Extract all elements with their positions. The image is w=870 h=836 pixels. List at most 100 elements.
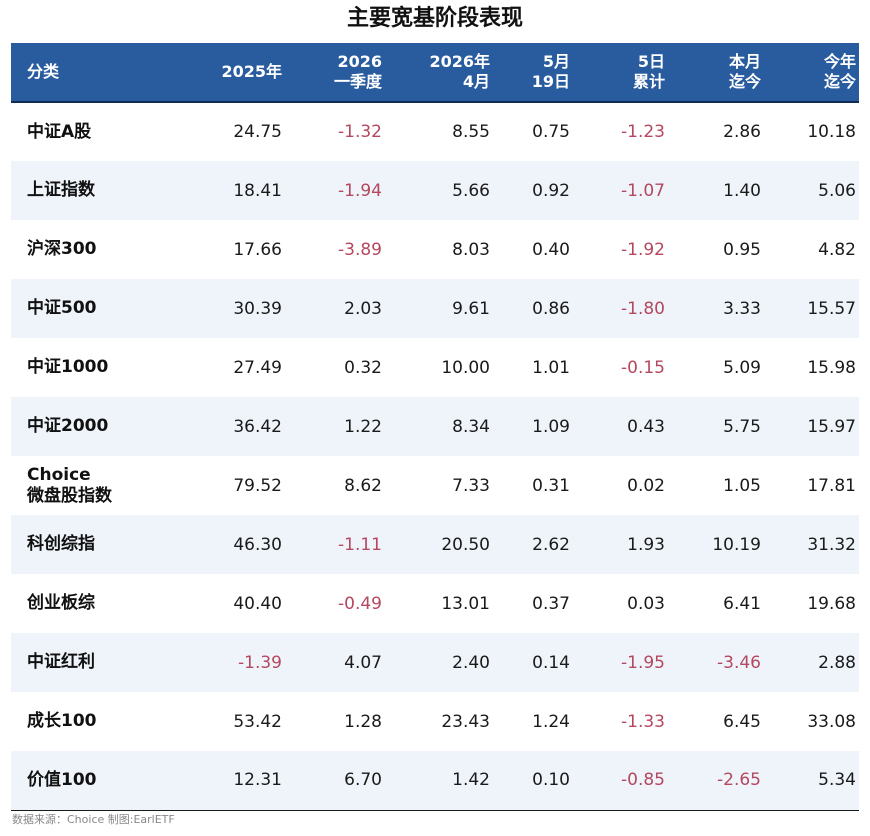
column-header-label: 累计 (632, 72, 665, 91)
value-cell: 12.31 (197, 751, 285, 811)
value-cell: 10.00 (441, 357, 490, 378)
index-name: 中证2000 (27, 416, 109, 436)
value-cell: 1.42 (385, 751, 493, 811)
column-header-category: 分类 (11, 43, 197, 103)
index-name: 价值100 (27, 769, 97, 790)
value-cell: 19.68 (807, 593, 856, 614)
value-cell: 7.33 (452, 475, 490, 496)
index-name: 中证500 (27, 298, 97, 318)
column-header: 本月 迄今 (668, 43, 764, 103)
value-cell: -2.65 (668, 751, 764, 811)
value-cell: 1.28 (344, 711, 382, 732)
column-header-label: 19日 (531, 72, 570, 91)
column-header: 2026年 4月 (385, 43, 493, 103)
column-header-label: 5日 (637, 52, 665, 71)
index-name: 科创综指 (27, 534, 95, 554)
index-name: 中证1000 (27, 357, 109, 377)
source-note: 数据来源：Choice 制图:EarlETF (12, 813, 175, 826)
column-header: 2025年 (197, 43, 285, 103)
table-header: 分类 2025年 2026 一季度 2026年 4月 5月 19日 5日 累计 本月 迄今 今年 迄今 (11, 43, 859, 103)
value-cell: 0.02 (627, 475, 665, 496)
value-cell: 0.10 (493, 751, 573, 811)
column-header: 今年 迄今 (764, 43, 859, 103)
value-cell: 1.24 (532, 711, 570, 732)
value-cell: 0.95 (723, 239, 761, 260)
table-row: 价值100 12.31 6.70 1.42 0.10 -0.85 -2.65 5.34 (11, 751, 859, 811)
value-cell: -3.46 (668, 633, 764, 692)
index-name-cell: 创业板综 (11, 574, 197, 633)
value-cell: 1.05 (723, 475, 761, 496)
index-name-cell: 中证2000 (11, 397, 197, 456)
value-cell: 8.55 (452, 122, 490, 142)
value-cell: 3.33 (668, 279, 764, 338)
value-cell: 17.81 (807, 475, 856, 496)
index-name-cell: 上证指数 (11, 161, 197, 220)
value-cell: 15.97 (764, 397, 859, 456)
value-cell: -1.33 (621, 711, 665, 732)
header-row: 分类 2025年 2026 一季度 2026年 4月 5月 19日 5日 累计 本月 迄今 今年 迄今 (11, 43, 859, 103)
value-cell: -1.94 (285, 161, 385, 220)
value-cell: 24.75 (233, 122, 282, 142)
value-cell: 2.62 (493, 515, 573, 574)
value-cell: 0.75 (532, 122, 570, 142)
index-name-cell: 中证500 (11, 279, 197, 338)
value-cell: 2.40 (385, 633, 493, 692)
table-title: 主要宽基阶段表现 (346, 6, 523, 31)
table-row: 中证A股 24.75 -1.32 8.55 0.75 -1.23 2.86 10.18 (11, 102, 859, 161)
performance-table: 分类 2025年 2026 一季度 2026年 4月 5月 19日 5日 累计 本月 迄今 今年 迄今 中… (11, 43, 859, 811)
value-cell: 1.93 (573, 515, 668, 574)
value-cell: 0.43 (573, 397, 668, 456)
value-cell: 0.92 (493, 161, 573, 220)
table-row: 中证2000 36.42 1.22 8.34 1.09 0.43 5.75 15.97 (11, 397, 859, 456)
value-cell: 0.03 (627, 593, 665, 614)
value-cell: -0.85 (573, 751, 668, 811)
value-cell: 15.98 (807, 357, 856, 378)
value-cell: 9.61 (385, 279, 493, 338)
column-header-label: 4月 (462, 72, 490, 91)
value-cell: 10.19 (668, 515, 764, 574)
index-name-cell: 中证红利 (11, 633, 197, 692)
index-name: 微盘股指数 (27, 485, 112, 506)
value-cell: 8.03 (452, 239, 490, 260)
value-cell: 15.57 (764, 279, 859, 338)
value-cell: -1.07 (573, 161, 668, 220)
value-cell: 6.41 (723, 593, 761, 614)
column-header: 5日 累计 (573, 43, 668, 103)
table-row: 沪深300 17.66 -3.89 8.03 0.40 -1.92 0.95 4.82 (11, 220, 859, 279)
value-cell: -1.32 (338, 122, 382, 142)
value-cell: -0.15 (621, 357, 665, 378)
value-cell: 79.52 (233, 475, 282, 496)
index-name: 成长100 (27, 711, 97, 731)
value-cell: 33.08 (807, 711, 856, 732)
index-name-cell: 中证A股 (11, 102, 197, 161)
value-cell: 4.82 (818, 239, 856, 260)
index-name-cell: 价值100 (11, 751, 197, 811)
value-cell: -1.39 (197, 633, 285, 692)
value-cell: 13.01 (441, 593, 490, 614)
value-cell: -1.95 (573, 633, 668, 692)
value-cell: 40.40 (233, 593, 282, 614)
value-cell: 8.62 (344, 475, 382, 496)
value-cell: 5.34 (764, 751, 859, 811)
index-name: 沪深300 (27, 239, 97, 259)
index-name-cell: 科创综指 (11, 515, 197, 574)
column-header-label: 迄今 (823, 72, 856, 91)
index-name-cell: 沪深300 (11, 220, 197, 279)
value-cell: 30.39 (197, 279, 285, 338)
value-cell: 1.09 (493, 397, 573, 456)
value-cell: 0.32 (344, 357, 382, 378)
value-cell: 2.03 (285, 279, 385, 338)
value-cell: 23.43 (441, 711, 490, 732)
value-cell: 1.22 (285, 397, 385, 456)
value-cell: 5.06 (764, 161, 859, 220)
value-cell: 36.42 (197, 397, 285, 456)
column-header-label: 一季度 (333, 72, 382, 91)
value-cell: 0.37 (532, 593, 570, 614)
table-row: 中证红利 -1.39 4.07 2.40 0.14 -1.95 -3.46 2.88 (11, 633, 859, 692)
value-cell: 31.32 (764, 515, 859, 574)
value-cell: 17.66 (233, 239, 282, 260)
index-name: 中证A股 (27, 121, 92, 142)
index-name-cell: 成长100 (11, 692, 197, 751)
index-name: 创业板综 (27, 593, 95, 613)
index-name-cell: Choice 微盘股指数 (11, 456, 197, 515)
